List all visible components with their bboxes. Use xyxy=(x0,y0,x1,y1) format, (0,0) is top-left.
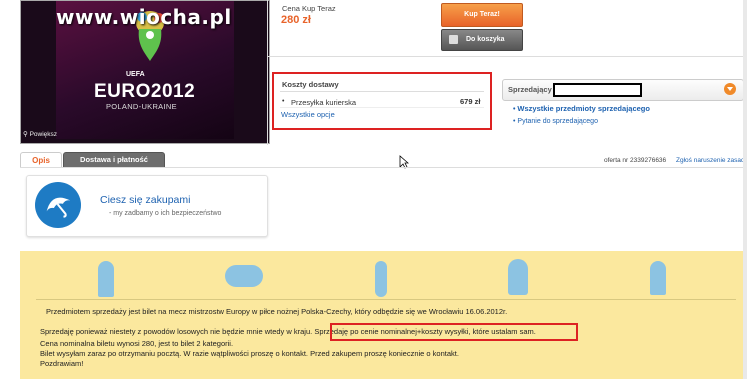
ask-seller-label: Pytanie do sprzedającego xyxy=(517,118,598,125)
tab-underline xyxy=(20,167,743,168)
seller-label: Sprzedający xyxy=(508,85,552,94)
cart-icon xyxy=(449,35,458,44)
football-player-silhouette xyxy=(508,259,528,295)
tab-description[interactable]: Opis xyxy=(20,152,62,168)
divider xyxy=(268,56,743,57)
seller-all-items-label: Wszystkie przedmioty sprzedającego xyxy=(517,104,650,113)
seller-name-redacted xyxy=(553,83,642,97)
host-countries-text: POLAND-UKRAINE xyxy=(106,102,177,111)
magnifier-icon: ⚲ xyxy=(23,131,30,138)
offer-number: oferta nr 2339276636 xyxy=(604,157,667,164)
price-label: Cena Kup Teraz xyxy=(282,4,336,13)
buy-now-button[interactable]: Kup Teraz! xyxy=(441,3,523,27)
seller-box[interactable]: Sprzedający xyxy=(502,79,744,101)
football-player-silhouette xyxy=(650,261,666,295)
scrollbar[interactable] xyxy=(743,0,747,379)
ask-seller-link[interactable]: • Pytanie do sprzedającego xyxy=(513,118,598,125)
description-text: Sprzedaję ponieważ niestety z powodów lo… xyxy=(40,327,313,336)
product-image[interactable]: UEFA EURO2012 POLAND-UKRAINE www.wiocha.… xyxy=(20,0,270,144)
add-to-cart-label: Do koszyka xyxy=(466,36,505,43)
description-line: Pozdrawiam! xyxy=(40,359,84,368)
divider xyxy=(36,299,736,300)
shipping-price: 679 zł xyxy=(460,97,481,106)
zoom-label: Powiększ xyxy=(29,131,58,138)
shipping-title: Koszty dostawy xyxy=(282,80,339,89)
add-to-cart-button[interactable]: Do koszyka xyxy=(441,29,523,51)
description-line: Bilet wysyłam zaraz po otrzymaniu pocztą… xyxy=(40,349,459,358)
football-player-silhouette xyxy=(375,261,387,297)
uefa-text: UEFA xyxy=(126,71,145,78)
divider xyxy=(280,107,484,108)
divider xyxy=(267,0,268,145)
umbrella-icon xyxy=(35,182,81,228)
zoom-link[interactable]: ⚲ Powiększ xyxy=(23,130,57,138)
price-value: 280 zł xyxy=(281,14,311,26)
description-line: Przedmiotem sprzedaży jest bilet na mecz… xyxy=(46,307,508,316)
shipping-all-options-link[interactable]: Wszystkie opcje xyxy=(281,110,335,119)
seller-all-items-link[interactable]: • Wszystkie przedmioty sprzedającego xyxy=(513,104,650,113)
tab-delivery-payment[interactable]: Dostawa i płatność xyxy=(63,152,165,168)
description-line: Cena nominalna biletu wynosi 280, jest t… xyxy=(40,339,234,348)
safe-shopping-box: Ciesz się zakupami - my zadbamy o ich be… xyxy=(26,175,268,237)
report-violation-link[interactable]: Zgłoś naruszenie zasad xyxy=(676,157,745,164)
divider xyxy=(280,91,484,92)
euro-logo-text: EURO2012 xyxy=(94,81,196,102)
shipping-costs-box: Koszty dostawy • Przesyłka kurierska 679… xyxy=(272,72,492,130)
safe-shopping-subtitle: - my zadbamy o ich bezpieczeństwo xyxy=(109,210,222,217)
football-player-silhouette xyxy=(98,261,114,297)
watermark-text: www.wiocha.pl xyxy=(56,5,232,29)
safe-shopping-title: Ciesz się zakupami xyxy=(100,194,191,206)
safe-shopping-subtitle-text: my zadbamy o ich bezpieczeństwo xyxy=(113,210,222,217)
football-player-silhouette xyxy=(225,265,263,287)
chevron-down-icon[interactable] xyxy=(724,83,736,95)
bullet-icon: • xyxy=(282,98,285,105)
shipping-method: Przesyłka kurierska xyxy=(291,98,357,107)
